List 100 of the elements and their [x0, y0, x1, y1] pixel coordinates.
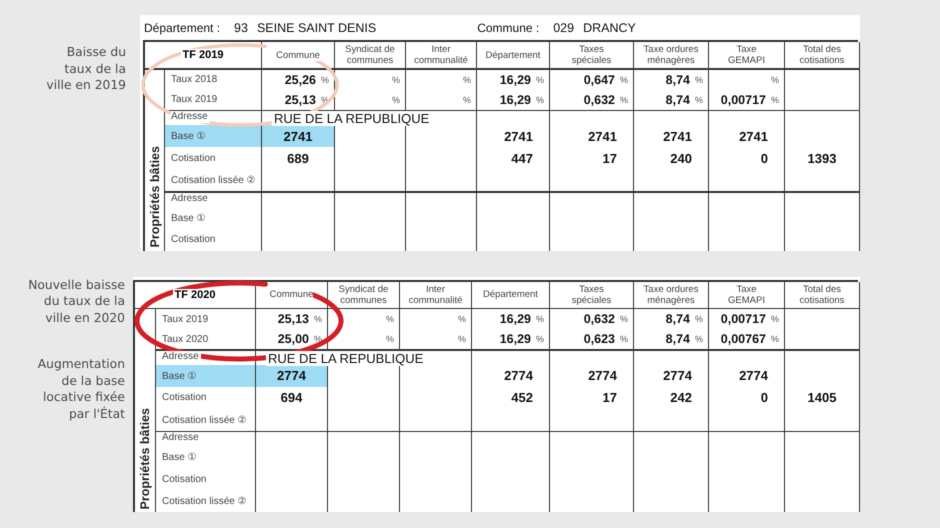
cell-value: 2741	[550, 125, 634, 147]
rate-value: 0,00767	[720, 332, 766, 346]
cell-value: 2741	[634, 125, 709, 147]
cell-value: 2741	[477, 125, 550, 147]
percent-sign: %	[536, 334, 544, 344]
percent-sign: %	[770, 334, 779, 344]
percent-sign: %	[536, 74, 544, 84]
percent-sign: %	[386, 334, 394, 344]
annotation-text: Nouvelle baisse du taux de la ville en 2020	[28, 276, 125, 326]
table-title: TF 2020	[172, 288, 218, 300]
rate-value: 0,647	[584, 72, 615, 86]
annotation-text: Augmentation de la base locative fixée par l'État	[38, 356, 125, 422]
cell-value: 2741	[709, 125, 785, 147]
percent-sign: %	[458, 314, 466, 324]
row-label: Base ①	[156, 446, 256, 468]
column-header: Syndicat de communes	[338, 284, 388, 306]
row-label: Cotisation	[156, 468, 256, 490]
percent-sign: %	[694, 334, 703, 344]
column-header: Département	[486, 50, 540, 60]
cell-value: 1393	[785, 147, 860, 169]
cell-value: 240	[634, 147, 709, 169]
column-header: Taxe GEMAPI	[728, 44, 765, 66]
rate-value: 0,00717	[720, 312, 766, 326]
rate-value: 8,74	[666, 72, 690, 86]
rate-value: 8,74	[666, 92, 690, 106]
column-header: Total des cotisations	[800, 284, 844, 306]
row-label: Cotisation lissée ②	[156, 490, 256, 512]
cell-value: 2741	[262, 125, 335, 147]
cell-value: 2774	[709, 364, 785, 386]
cell-value: 0	[709, 386, 785, 408]
row-label: Base ①	[165, 206, 262, 228]
percent-sign: %	[620, 314, 628, 324]
column-header: Taxes spéciales	[572, 284, 612, 306]
percent-sign: %	[536, 94, 544, 104]
field-value: DRANCY	[583, 20, 636, 34]
side-label: Propriétés bâties	[148, 146, 162, 248]
percent-sign: %	[694, 74, 703, 84]
side-label: Propriétés bâties	[138, 408, 152, 509]
row-label: Adresse	[171, 111, 210, 123]
rate-value: 0,632	[584, 312, 615, 326]
cell-value: 689	[262, 147, 335, 169]
percent-sign: %	[458, 334, 466, 344]
column-header: Total des cotisations	[800, 44, 844, 66]
column-header: Taxe GEMAPI	[728, 284, 765, 306]
percent-sign: %	[770, 94, 779, 104]
percent-sign: %	[536, 314, 544, 324]
rate-value: 8,74	[666, 332, 690, 346]
column-header: Inter communalité	[414, 44, 468, 66]
field-value: 93	[234, 20, 248, 34]
cell-value: 17	[550, 147, 634, 169]
rate-value: 8,74	[666, 312, 690, 326]
address-text: RUE DE LA REPUBLIQUE	[272, 111, 432, 126]
column-header: Inter communalité	[408, 284, 462, 306]
rate-value: 0,00717	[720, 92, 766, 106]
percent-sign: %	[770, 74, 779, 84]
column-header: Taxe ordures ménagères	[644, 284, 698, 306]
cell-value: 0	[709, 147, 785, 169]
address-text: RUE DE LA REPUBLIQUE	[266, 350, 426, 366]
field-value: SEINE SAINT DENIS	[256, 20, 376, 34]
rate-value: 16,29	[500, 332, 531, 346]
row-label: Cotisation	[156, 386, 256, 408]
percent-sign: %	[462, 74, 471, 84]
row-label: Cotisation	[165, 147, 262, 169]
column-header: Syndicat de communes	[345, 44, 395, 66]
cell-value: 2774	[550, 364, 634, 386]
percent-sign: %	[386, 314, 394, 324]
cell-value: 242	[634, 386, 709, 408]
column-header: Commune	[270, 289, 314, 300]
row-label: Adresse	[171, 192, 210, 204]
column-header: Taxes spéciales	[572, 44, 612, 66]
table-title: TF 2019	[180, 49, 226, 61]
column-header: Commune	[276, 50, 320, 60]
rate-value: 25,00	[278, 332, 309, 346]
field-label: Commune :	[477, 20, 540, 34]
row-label: Cotisation	[165, 228, 262, 250]
annotation-text: Baisse du taux de la ville en 2019	[46, 44, 126, 94]
cell-value: 17	[550, 386, 634, 408]
rate-value: 16,29	[500, 92, 531, 106]
percent-sign: %	[694, 314, 703, 324]
rate-value: 25,13	[284, 92, 316, 106]
percent-sign: %	[320, 74, 329, 84]
rate-value: 16,29	[500, 72, 531, 86]
column-header: Département	[483, 289, 538, 300]
percent-sign: %	[620, 74, 628, 84]
row-label: Base ①	[165, 125, 262, 147]
field-value: 029	[553, 20, 574, 34]
percent-sign: %	[314, 314, 322, 324]
cell-value: 452	[472, 386, 550, 408]
rate-value: 25,26	[284, 72, 316, 86]
rate-value: 0,632	[584, 92, 615, 106]
percent-sign: %	[694, 94, 703, 104]
percent-sign: %	[392, 74, 400, 84]
percent-sign: %	[462, 94, 471, 104]
cell-value: 2774	[634, 364, 709, 386]
cell-value: 2774	[472, 364, 550, 386]
rate-value: 0,623	[584, 332, 615, 346]
rate-value: 25,13	[278, 312, 309, 326]
percent-sign: %	[620, 94, 628, 104]
row-label: Base ①	[156, 364, 256, 386]
rate-value: 16,29	[500, 312, 531, 326]
